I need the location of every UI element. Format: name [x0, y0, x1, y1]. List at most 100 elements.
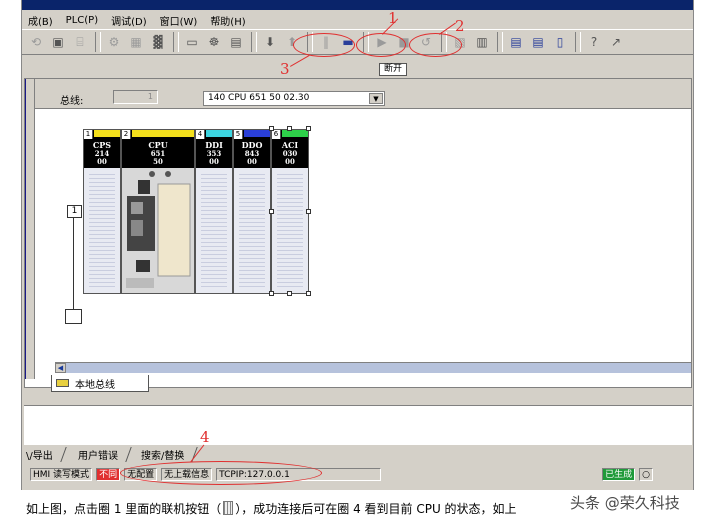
slot-number: 1 — [84, 130, 93, 139]
module-color-bar — [282, 130, 308, 137]
back-icon[interactable]: ⟲ — [26, 33, 46, 51]
annotation-circle-3 — [293, 33, 355, 57]
selection-handle[interactable] — [306, 126, 311, 131]
module-header: 2 CPU 651 50 — [122, 130, 194, 168]
memory-icon[interactable]: ▥ — [472, 33, 492, 51]
annotation-number-3: 3 — [280, 60, 290, 78]
editor-left-frame — [25, 79, 35, 379]
plc-bus-editor: 总线: 1 140 CPU 651 50 02.30 ▼ 1 CPS 214 0… — [24, 78, 692, 392]
module-version: 00 — [247, 157, 257, 166]
context-help-icon[interactable]: ↗ — [606, 33, 626, 51]
module-face — [239, 174, 265, 289]
menu-item-plc[interactable]: PLC(P) — [60, 15, 105, 26]
module-slot-5[interactable]: 5 DDO 843 00 — [233, 129, 271, 294]
module-slot-2[interactable]: 2 CPU 651 50 — [121, 129, 195, 294]
watermark: 头条 @荣久科技 — [570, 494, 680, 512]
caption-text-end: ），成功连接后可在圈 4 看到目前 CPU 的状态，如上 — [235, 502, 517, 516]
module-version: 00 — [209, 157, 219, 166]
empty-rack-drop[interactable] — [65, 309, 82, 324]
tab-user-errors-label: 用户错误 — [77, 450, 118, 462]
hmi-mode-status: HMI 读写模式 — [30, 467, 93, 481]
module-slot-6[interactable]: 6 ACI 030 00 — [271, 129, 309, 294]
selection-handle[interactable] — [269, 291, 274, 296]
cpu-module-drawing — [122, 168, 194, 293]
module-header: 4 DDI 353 00 — [196, 130, 232, 168]
menu-item-build[interactable]: 成(B) — [22, 13, 60, 28]
module-slot-1[interactable]: 1 CPS 214 00 — [83, 129, 121, 294]
build-changes-icon[interactable]: ▦ — [126, 33, 146, 51]
selection-handle[interactable] — [306, 209, 311, 214]
horizontal-layout-icon[interactable]: ▤ — [528, 33, 548, 51]
tab-export[interactable]: \/导出 — [22, 446, 67, 462]
window-icon[interactable]: ▭ — [182, 33, 202, 51]
module-color-bar — [132, 130, 194, 137]
tab-search-replace[interactable]: 搜索/替换 — [134, 446, 198, 462]
menu-item-window[interactable]: 窗口(W) — [154, 13, 205, 28]
title-bar — [22, 0, 693, 10]
tab-user-errors[interactable]: 用户错误 — [71, 446, 132, 462]
chevron-down-icon[interactable]: ▼ — [369, 93, 383, 104]
module-face — [277, 174, 303, 289]
output-panel — [24, 405, 692, 445]
menu-item-debug[interactable]: 调试(D) — [105, 13, 154, 28]
tab-local-bus-label: 本地总线 — [75, 379, 115, 391]
menu-bar: 成(B) PLC(P) 调试(D) 窗口(W) 帮助(H) — [22, 11, 693, 29]
module-header: 1 CPS 214 00 — [84, 130, 120, 168]
rebuild-all-icon[interactable]: ▓ — [148, 33, 168, 51]
cpu-dropdown-value: 140 CPU 651 50 02.30 — [208, 93, 310, 103]
module-version: 00 — [285, 157, 295, 166]
module-color-bar — [94, 130, 120, 137]
connect-icon — [223, 501, 234, 515]
module-version: 50 — [153, 157, 163, 166]
output-tabs: \/导出 用户错误 搜索/替换 — [22, 446, 693, 462]
trash-icon[interactable]: ⌸ — [70, 33, 90, 51]
module-header: 5 DDO 843 00 — [234, 130, 270, 168]
cpu-module-face — [122, 168, 194, 293]
selection-handle[interactable] — [269, 126, 274, 131]
selection-handle[interactable] — [306, 291, 311, 296]
module-slot-4[interactable]: 4 DDI 353 00 — [195, 129, 233, 294]
annotation-number-4: 4 — [200, 428, 210, 446]
local-rack: 1 CPS 214 00 2 CPU 651 50 4 DDI 353 00 5… — [83, 126, 311, 296]
selection-handle[interactable] — [269, 209, 274, 214]
bus-number-field[interactable]: 1 — [113, 90, 158, 104]
help-icon[interactable]: ? — [584, 33, 604, 51]
menu-item-help[interactable]: 帮助(H) — [204, 13, 252, 28]
slot-number: 6 — [272, 130, 281, 139]
annotation-circle-2 — [409, 33, 462, 57]
tab-search-replace-label: 搜索/替换 — [140, 450, 185, 462]
module-header: 6 ACI 030 00 — [272, 130, 308, 168]
annotation-circle-1 — [356, 33, 406, 57]
vertical-layout-icon[interactable]: ▯ — [550, 33, 570, 51]
plc-download-icon[interactable]: ⬇ — [260, 33, 280, 51]
toolbar-separator — [251, 32, 257, 52]
horizontal-scrollbar[interactable]: ◀ — [55, 362, 691, 373]
selection-handle[interactable] — [287, 291, 292, 296]
analyze-icon[interactable]: ⚙ — [104, 33, 124, 51]
tab-local-bus[interactable]: 本地总线 — [51, 375, 149, 392]
slot-number: 2 — [122, 130, 131, 139]
properties-icon[interactable]: ▤ — [226, 33, 246, 51]
rack-drop-number[interactable]: 1 — [67, 205, 82, 218]
module-color-bar — [206, 130, 232, 137]
annotation-leader-3 — [290, 55, 310, 68]
connection-status-label: 断开 — [379, 63, 408, 76]
bus-label: 总线: — [60, 96, 84, 107]
tab-export-label: \/导出 — [26, 450, 53, 462]
selection-handle[interactable] — [287, 126, 292, 131]
module-face — [201, 174, 227, 289]
binoculars-icon[interactable]: ☸ — [204, 33, 224, 51]
toolbar-separator — [173, 32, 179, 52]
bus-icon — [56, 379, 69, 387]
toolbar-separator — [497, 32, 503, 52]
tile-icon[interactable]: ▤ — [506, 33, 526, 51]
module-color-bar — [244, 130, 270, 137]
monitor-icon[interactable]: ▣ — [48, 33, 68, 51]
scroll-left-icon[interactable]: ◀ — [55, 363, 66, 373]
slot-number: 5 — [234, 130, 243, 139]
module-version: 00 — [97, 157, 107, 166]
rack-bus-line — [73, 218, 74, 309]
cpu-dropdown[interactable]: 140 CPU 651 50 02.30 ▼ — [203, 91, 385, 106]
network-icon: ○ — [639, 467, 653, 481]
annotation-number-2: 2 — [455, 17, 465, 35]
